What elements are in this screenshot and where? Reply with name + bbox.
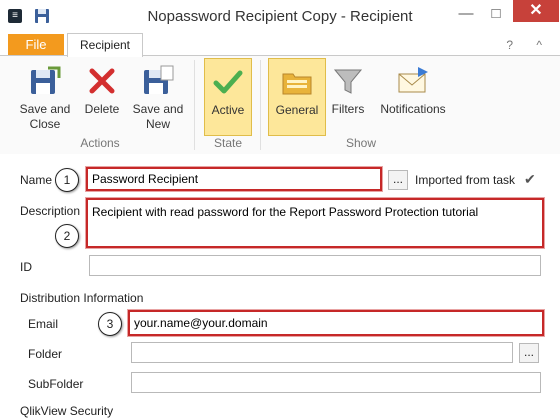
tab-recipient[interactable]: Recipient: [67, 33, 143, 57]
maximize-button[interactable]: □: [482, 4, 510, 24]
general-button[interactable]: General: [268, 58, 326, 136]
general-label: General: [275, 103, 319, 117]
minimize-button[interactable]: —: [452, 4, 480, 24]
id-label: ID: [20, 260, 32, 274]
save-and-new-button[interactable]: Save and New: [130, 58, 186, 134]
filter-funnel-icon: [333, 69, 363, 94]
save-new-label-1: Save and: [132, 102, 184, 116]
ribbon-tab-row: File Recipient ? ^: [0, 32, 560, 57]
description-label: Description: [20, 204, 81, 218]
notifications-button[interactable]: Notifications: [374, 58, 452, 134]
delete-button[interactable]: Delete: [78, 58, 126, 134]
active-toggle-button[interactable]: Active: [204, 58, 252, 136]
save-new-icon: [144, 65, 174, 94]
distribution-information-header: Distribution Information: [20, 291, 144, 305]
title-bar: ≡ Nopassword Recipient Copy - Recipient …: [0, 0, 560, 33]
envelope-icon: [398, 67, 428, 93]
notifications-label: Notifications: [380, 102, 446, 116]
group-label-state: State: [213, 136, 243, 150]
name-label: Name: [20, 173, 53, 187]
callout-3: 3: [98, 312, 122, 336]
group-label-actions: Actions: [80, 136, 120, 150]
subfolder-label: SubFolder: [28, 377, 84, 391]
ribbon-separator: [260, 60, 261, 150]
email-label: Email: [28, 317, 59, 331]
email-field[interactable]: your.name@your.domain: [128, 310, 544, 336]
save-and-close-button[interactable]: Save and Close: [14, 58, 76, 134]
tab-file[interactable]: File: [8, 34, 64, 56]
save-close-label-2: Close: [29, 117, 61, 131]
filters-button[interactable]: Filters: [328, 58, 368, 134]
checkmark-icon: [213, 70, 243, 94]
folder-icon: [282, 73, 312, 95]
callout-2: 2: [55, 224, 79, 248]
filters-label: Filters: [331, 102, 365, 116]
id-field[interactable]: [89, 255, 541, 276]
group-label-show: Show: [345, 136, 377, 150]
qlikview-security-header: QlikView Security: [20, 404, 114, 418]
delete-label: Delete: [84, 102, 120, 116]
active-label: Active: [211, 103, 245, 117]
ribbon-separator: [194, 60, 195, 150]
folder-label: Folder: [28, 347, 63, 361]
save-new-label-2: New: [145, 117, 170, 131]
folder-browse-button[interactable]: ...: [519, 343, 539, 363]
delete-x-icon: [89, 68, 115, 94]
ribbon: Save and Close Delete Save and New Actio…: [0, 55, 560, 155]
description-field[interactable]: Recipient with read password for the Rep…: [86, 198, 544, 248]
imported-from-task-label: Imported from task: [415, 173, 516, 187]
folder-field[interactable]: [131, 342, 513, 363]
name-field[interactable]: Password Recipient: [86, 167, 382, 191]
subfolder-field[interactable]: [131, 372, 541, 393]
recipient-form: Name 1 Password Recipient ... Imported f…: [0, 154, 560, 420]
help-collapse-icons[interactable]: ? ^: [506, 38, 552, 52]
imported-check-icon: ✔: [524, 171, 536, 187]
callout-1: 1: [55, 168, 79, 192]
save-close-icon: [31, 66, 61, 94]
name-browse-button[interactable]: ...: [388, 170, 408, 190]
save-close-label-1: Save and: [19, 102, 71, 116]
close-button[interactable]: ✕: [513, 0, 559, 22]
